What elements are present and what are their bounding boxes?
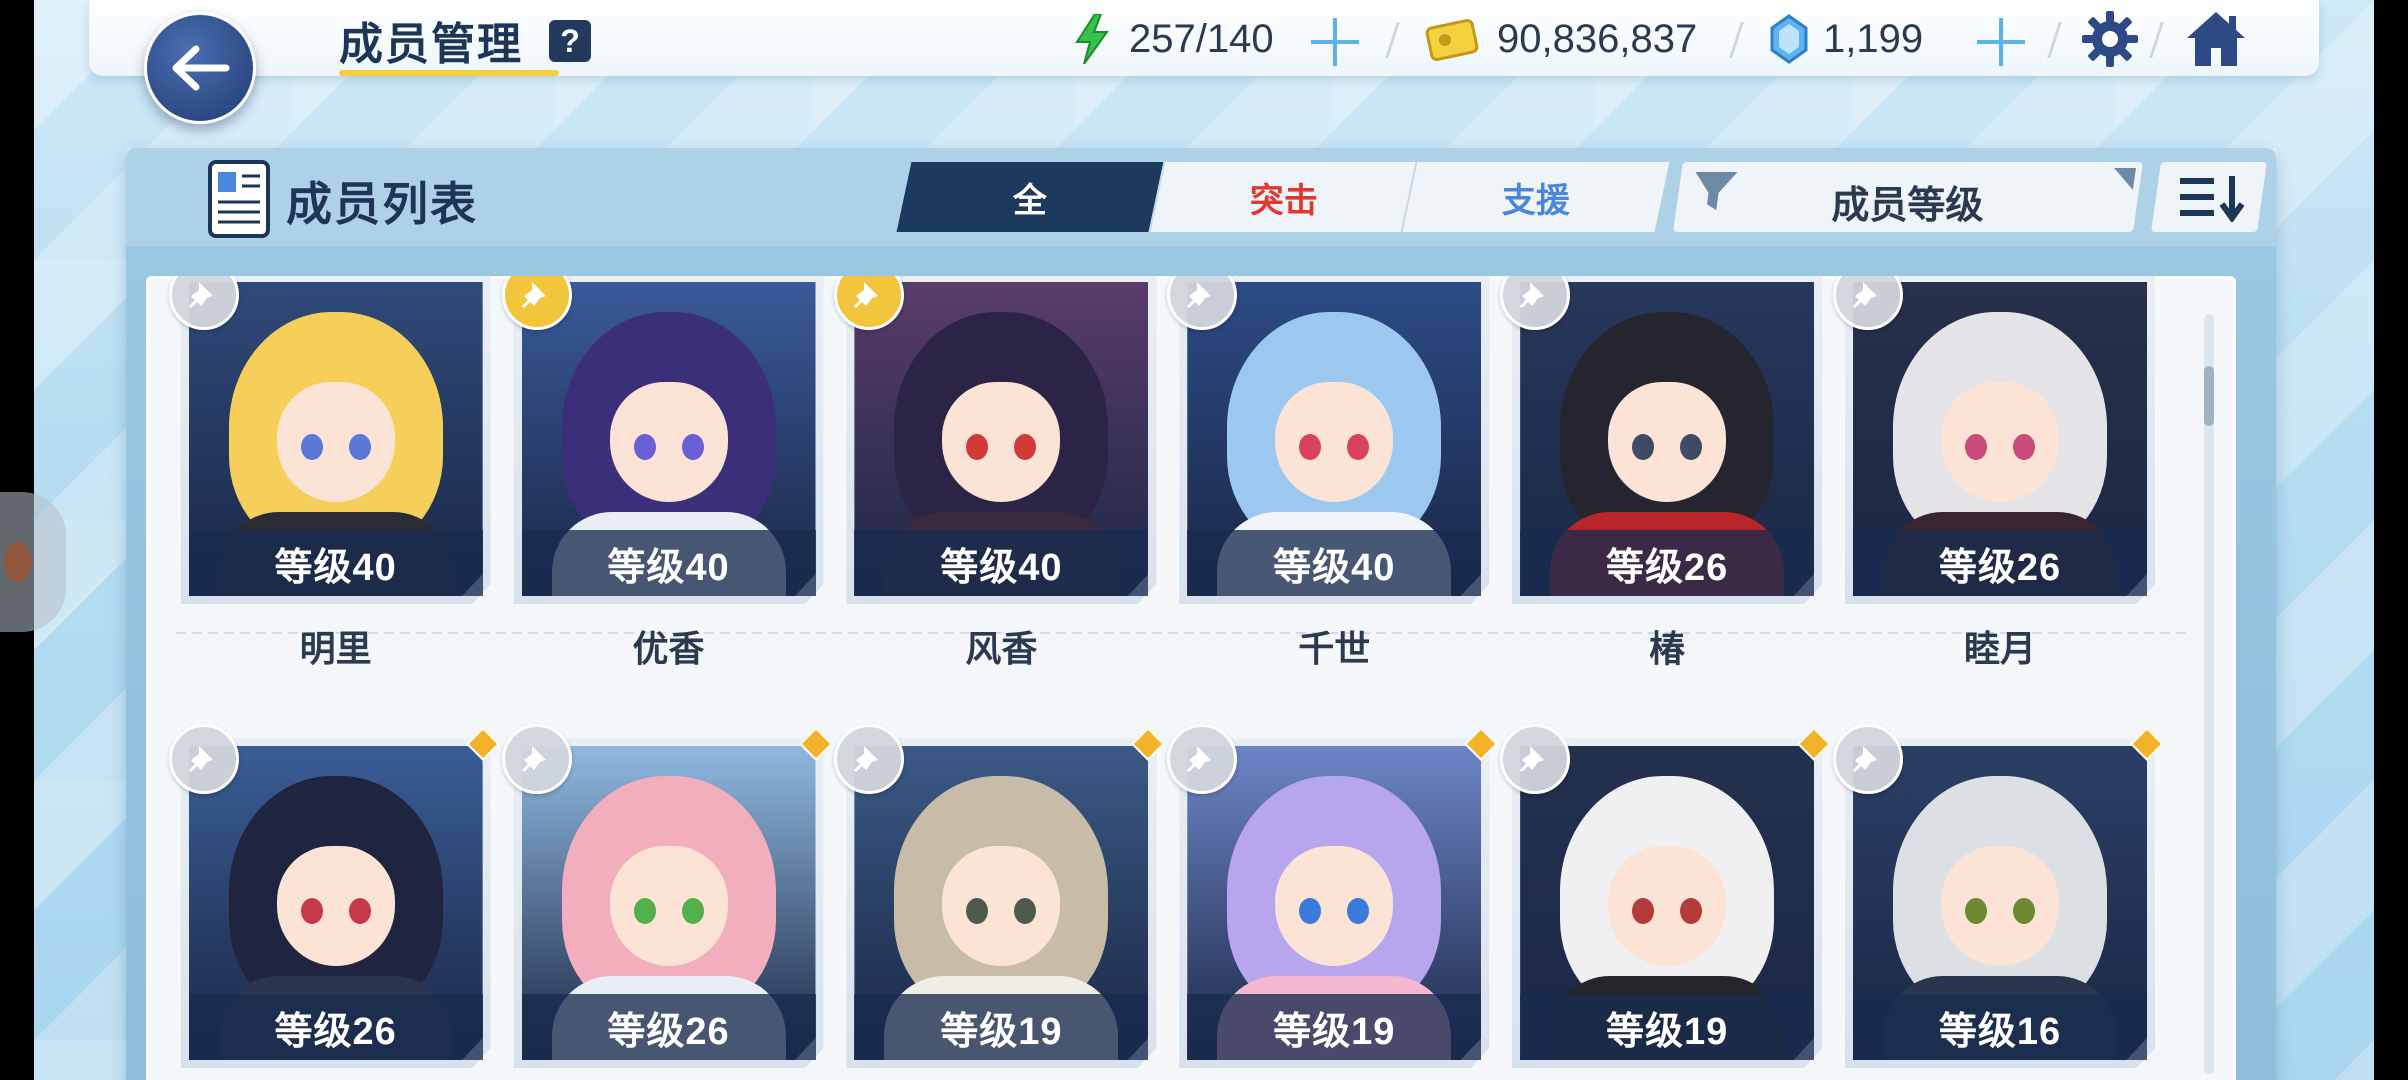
energy-icon — [1075, 14, 1109, 64]
tab-all-label: 全 — [1013, 181, 1047, 220]
member-card[interactable]: 等级16 — [1833, 724, 2165, 1068]
member-level: 等级26 — [1520, 530, 1815, 596]
pin-icon[interactable] — [168, 724, 239, 794]
member-level: 等级40 — [521, 530, 816, 596]
member-card[interactable]: 等级19 — [1167, 724, 1499, 1068]
member-card[interactable]: 等级26 — [1833, 276, 2156, 604]
title-underline — [339, 70, 559, 76]
member-card[interactable]: 等级40 — [501, 276, 824, 604]
gear-icon[interactable] — [2081, 10, 2139, 68]
member-card[interactable]: 等级26 — [501, 724, 833, 1068]
top-bar: 成员管理 ? 257/140 90,836,837 1,199 — [89, 0, 2319, 76]
floating-assistant-ball[interactable] — [0, 492, 66, 632]
member-card[interactable]: 等级40 — [168, 276, 491, 604]
divider — [2149, 22, 2164, 58]
member-level: 等级26 — [188, 994, 483, 1060]
tab-striker-label: 突击 — [1250, 181, 1318, 220]
member-level: 等级19 — [854, 994, 1149, 1060]
scrollbar-thumb[interactable] — [2204, 366, 2214, 426]
sort-select[interactable]: 成员等级 — [1673, 162, 2143, 232]
credits-icon — [1425, 18, 1479, 62]
back-arrow-icon — [172, 45, 230, 91]
sort-order-button[interactable] — [2151, 162, 2267, 232]
gems-counter: 1,199 — [1823, 16, 1924, 61]
member-card[interactable]: 等级40 — [1167, 276, 1490, 604]
panel-title: 成员列表 — [286, 178, 478, 230]
member-list-icon — [208, 160, 270, 238]
credits-counter: 90,836,837 — [1497, 16, 1698, 61]
pin-icon[interactable] — [1167, 724, 1238, 794]
member-grid: 等级40 明里 等级40 优香 等级40 风香 等级40 千世 等级26 椿等级26 睦月 等级26 等… — [146, 276, 2236, 1080]
tab-special[interactable]: 支援 — [1400, 162, 1670, 232]
member-level: 等级40 — [1187, 530, 1482, 596]
energy-counter: 257/140 — [1129, 16, 1274, 61]
member-level: 等级16 — [1853, 994, 2148, 1060]
member-card[interactable]: 等级19 — [1500, 724, 1832, 1068]
member-level: 等级19 — [1187, 994, 1482, 1060]
page-title: 成员管理 — [339, 20, 523, 69]
tab-striker[interactable]: 突击 — [1148, 162, 1418, 232]
tab-special-label: 支援 — [1502, 181, 1570, 220]
member-name: 风香 — [965, 628, 1038, 669]
screen-bezel-right — [2374, 0, 2408, 1080]
add-energy-button[interactable] — [1311, 18, 1359, 66]
member-card[interactable]: 等级19 — [834, 724, 1166, 1068]
pin-icon[interactable] — [1833, 724, 1904, 794]
member-list-panel: 成员列表 全 突击 支援 成员等级 等级40 明里 等级40 优香 等级40 风… — [126, 148, 2276, 1080]
pin-icon[interactable] — [1500, 724, 1571, 794]
member-name: 千世 — [1298, 628, 1371, 669]
divider — [1729, 22, 1744, 58]
member-level: 等级40 — [188, 530, 483, 596]
member-management-screen: 成员管理 ? 257/140 90,836,837 1,199 成员列表 全 突… — [34, 0, 2374, 1080]
panel-header: 成员列表 全 突击 支援 成员等级 — [126, 148, 2276, 246]
member-level: 等级26 — [521, 994, 816, 1060]
sort-select-label: 成员等级 — [1831, 185, 1984, 227]
sort-descending-icon — [2180, 176, 2245, 222]
divider — [2047, 22, 2062, 58]
tab-all[interactable]: 全 — [896, 162, 1164, 232]
member-card[interactable]: 等级26 — [168, 724, 500, 1068]
back-button[interactable] — [144, 12, 256, 124]
pin-icon[interactable] — [834, 724, 905, 794]
pin-icon[interactable] — [501, 724, 572, 794]
member-card[interactable]: 等级40 — [834, 276, 1157, 604]
add-gems-button[interactable] — [1977, 18, 2025, 66]
member-level: 等级26 — [1853, 530, 2148, 596]
gem-icon — [1770, 14, 1808, 64]
scrollbar-track[interactable] — [2204, 314, 2214, 1074]
member-level: 等级19 — [1520, 994, 1815, 1060]
divider — [1385, 22, 1400, 58]
member-name: 优香 — [632, 628, 705, 669]
home-icon[interactable] — [2185, 10, 2247, 68]
member-level: 等级40 — [854, 530, 1149, 596]
member-name: 明里 — [299, 628, 372, 669]
member-card[interactable]: 等级26 — [1500, 276, 1823, 604]
help-button[interactable]: ? — [549, 20, 591, 62]
member-name: 睦月 — [1964, 628, 2037, 669]
member-name: 椿 — [1649, 628, 1686, 669]
